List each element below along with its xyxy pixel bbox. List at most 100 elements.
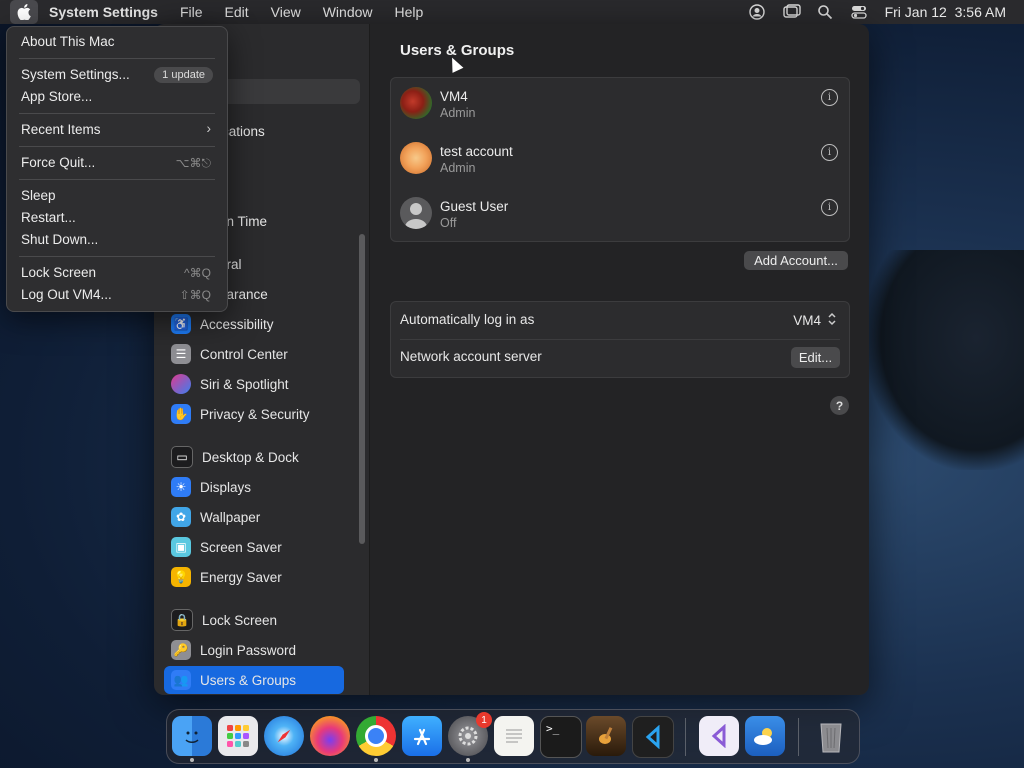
sidebar-item-privacy-security[interactable]: ✋ Privacy & Security xyxy=(164,400,344,428)
key-icon: 🔑 xyxy=(171,640,191,660)
avatar xyxy=(400,142,432,174)
sidebar-item-siri-spotlight[interactable]: Siri & Spotlight xyxy=(164,370,344,398)
visual-studio-icon[interactable] xyxy=(699,716,739,756)
textedit-icon[interactable] xyxy=(494,716,534,756)
add-account-button[interactable]: Add Account... xyxy=(744,251,848,270)
user-role: Admin xyxy=(440,161,476,175)
auto-login-label: Automatically log in as xyxy=(400,312,535,327)
sidebar-item-label: Privacy & Security xyxy=(200,406,310,422)
chevron-right-icon: › xyxy=(206,121,212,136)
menu-item-sleep[interactable]: Sleep xyxy=(7,185,227,207)
apple-menu-dropdown: About This Mac System Settings... 1 updat… xyxy=(6,26,228,312)
sidebar-scrollbar[interactable] xyxy=(359,234,365,544)
menu-divider xyxy=(19,179,215,180)
menu-file[interactable]: File xyxy=(169,4,214,20)
terminal-icon[interactable]: >_ xyxy=(540,716,582,758)
menu-item-label: Shut Down... xyxy=(21,232,99,247)
screen-mirror-icon[interactable] xyxy=(782,4,801,20)
sidebar-item-displays[interactable]: ☀ Displays xyxy=(164,473,344,501)
sidebar-item-wallpaper[interactable]: ✿ Wallpaper xyxy=(164,503,344,531)
menu-item-recent-items[interactable]: Recent Items › xyxy=(7,119,227,141)
menu-item-label: System Settings... xyxy=(21,67,130,82)
sidebar-item-label: Login Password xyxy=(200,642,297,658)
user-row-test-account[interactable]: test account Admin i xyxy=(391,133,849,188)
sidebar-item-control-center[interactable]: ☰ Control Center xyxy=(164,340,344,368)
info-icon[interactable]: i xyxy=(821,89,838,106)
menu-item-shut-down[interactable]: Shut Down... xyxy=(7,229,227,251)
firefox-icon[interactable] xyxy=(310,716,350,756)
network-account-label: Network account server xyxy=(400,349,542,364)
sidebar-item-login-password[interactable]: 🔑 Login Password xyxy=(164,636,344,664)
menu-item-app-store[interactable]: App Store... xyxy=(7,86,227,108)
menu-item-force-quit[interactable]: Force Quit... ⌥⌘⎋ xyxy=(7,152,227,174)
menu-item-system-settings[interactable]: System Settings... 1 update xyxy=(7,64,227,86)
running-indicator xyxy=(374,758,378,762)
lock-icon: 🔒 xyxy=(171,609,193,631)
sidebar-item-screen-saver[interactable]: ▣ Screen Saver xyxy=(164,533,344,561)
menu-edit[interactable]: Edit xyxy=(214,4,260,20)
menu-bar: System Settings File Edit View Window He… xyxy=(0,0,1024,24)
weather-icon[interactable] xyxy=(745,716,785,756)
hand-icon: ✋ xyxy=(171,404,191,424)
auto-login-row: Automatically log in as VM4 xyxy=(391,302,849,339)
sidebar-item-label: Siri & Spotlight xyxy=(200,376,289,392)
sidebar-item-desktop-dock[interactable]: ▭ Desktop & Dock xyxy=(164,443,344,471)
menu-divider xyxy=(19,256,215,257)
safari-icon[interactable] xyxy=(264,716,304,756)
user-row-vm4[interactable]: VM4 Admin i xyxy=(391,78,849,133)
chrome-icon[interactable] xyxy=(356,716,396,756)
siri-icon xyxy=(171,374,191,394)
sidebar-item-label: Accessibility xyxy=(200,316,274,332)
user-role: Admin xyxy=(440,106,476,120)
app-store-icon[interactable] xyxy=(402,716,442,756)
sidebar-item-lock-screen[interactable]: 🔒 Lock Screen xyxy=(164,606,344,634)
vscode-icon[interactable] xyxy=(632,716,674,758)
menu-help[interactable]: Help xyxy=(384,4,435,20)
main-content: Users & Groups VM4 Admin i test account … xyxy=(370,24,869,695)
menu-item-label: About This Mac xyxy=(21,34,115,49)
system-settings-icon[interactable]: 1 xyxy=(448,712,492,756)
menu-item-label: Lock Screen xyxy=(21,265,97,280)
menu-datetime[interactable]: Fri Jan 12 3:56 AM xyxy=(885,4,1006,20)
search-icon[interactable] xyxy=(817,4,833,20)
sidebar-item-label: Displays xyxy=(200,479,252,495)
users-list: VM4 Admin i test account Admin i Guest U… xyxy=(390,77,850,242)
menu-item-log-out[interactable]: Log Out VM4... ⇧⌘Q xyxy=(7,284,227,306)
update-badge: 1 update xyxy=(154,67,213,83)
auto-login-select[interactable]: VM4 xyxy=(793,312,837,329)
menu-item-label: Recent Items xyxy=(21,122,101,137)
help-button[interactable]: ? xyxy=(830,396,849,415)
dock-icon: ▭ xyxy=(171,446,193,468)
info-icon[interactable]: i xyxy=(821,144,838,161)
garageband-icon[interactable] xyxy=(586,716,626,756)
control-center-icon[interactable] xyxy=(850,4,867,20)
trash-icon[interactable] xyxy=(811,716,851,756)
user-row-guest[interactable]: Guest User Off i xyxy=(391,188,849,243)
sun-icon: ☀ xyxy=(171,477,191,497)
users-icon: 👥 xyxy=(171,670,191,690)
finder-icon[interactable] xyxy=(172,716,212,756)
menu-item-lock-screen[interactable]: Lock Screen ^⌘Q xyxy=(7,262,227,284)
menu-divider xyxy=(19,113,215,114)
sidebar-item-accessibility[interactable]: ♿ Accessibility xyxy=(164,310,344,338)
info-icon[interactable]: i xyxy=(821,199,838,216)
user-name: VM4 xyxy=(440,89,468,104)
menu-item-restart[interactable]: Restart... xyxy=(7,207,227,229)
user-icon[interactable] xyxy=(748,4,765,20)
sidebar-item-label: Energy Saver xyxy=(200,569,282,585)
menu-item-label: Force Quit... xyxy=(21,155,96,170)
notification-badge: 1 xyxy=(476,712,492,728)
apple-menu-icon[interactable] xyxy=(10,0,38,24)
menu-divider xyxy=(19,146,215,147)
menu-window[interactable]: Window xyxy=(312,4,384,20)
sidebar-item-energy-saver[interactable]: 💡 Energy Saver xyxy=(164,563,344,591)
launchpad-icon[interactable] xyxy=(218,716,258,756)
edit-button[interactable]: Edit... xyxy=(791,347,840,368)
menu-view[interactable]: View xyxy=(260,4,312,20)
auto-login-value: VM4 xyxy=(793,313,821,328)
sidebar-item-users-groups[interactable]: 👥 Users & Groups xyxy=(164,666,344,694)
menu-app-name[interactable]: System Settings xyxy=(38,4,169,20)
menu-divider xyxy=(19,58,215,59)
menu-item-label: App Store... xyxy=(21,89,93,104)
menu-item-about[interactable]: About This Mac xyxy=(7,31,227,53)
